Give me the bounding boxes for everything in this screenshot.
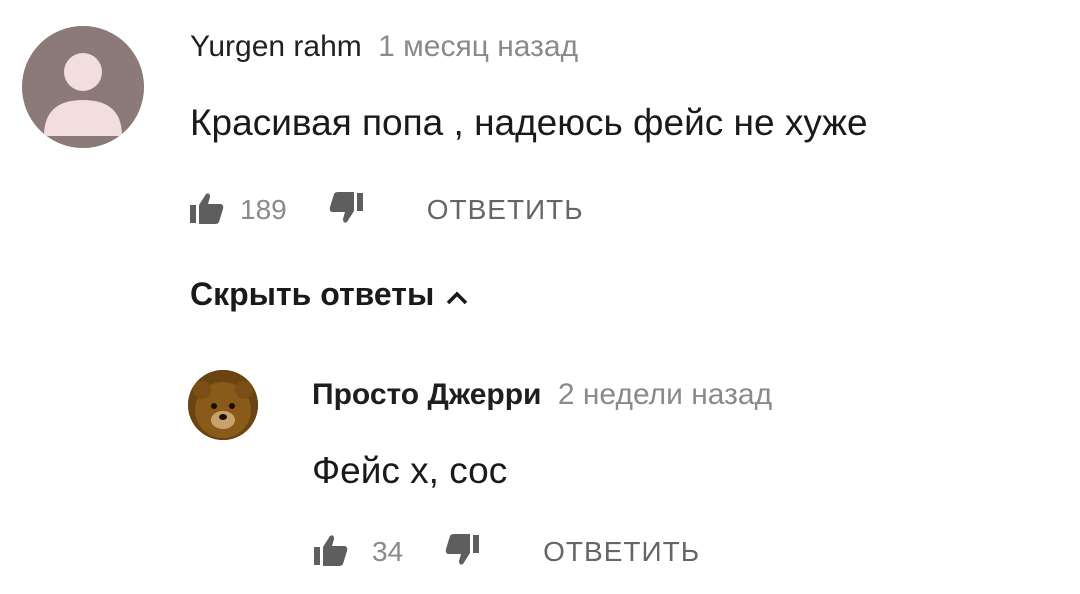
thumbs-up-icon[interactable]	[188, 191, 226, 230]
reply-button[interactable]: ОТВЕТИТЬ	[427, 194, 584, 226]
like-count: 189	[240, 194, 287, 225]
thumbs-down-icon[interactable]	[443, 533, 481, 572]
reply-button[interactable]: ОТВЕТИТЬ	[543, 536, 700, 568]
reply-text: Фейс х, сос	[312, 450, 508, 491]
user-avatar[interactable]	[22, 26, 144, 148]
comment-author[interactable]: Yurgen rahm	[190, 30, 362, 63]
reply-avatar[interactable]	[188, 370, 258, 440]
hide-replies-toggle[interactable]: Скрыть ответы	[190, 278, 468, 310]
bear-avatar-icon	[188, 370, 258, 440]
chevron-up-icon	[446, 278, 468, 310]
like-count: 34	[372, 536, 404, 567]
comment-actions: 189 ОТВЕТИТЬ	[188, 190, 584, 230]
default-user-avatar-icon	[22, 26, 144, 148]
comment-text: Красивая попа , надеюсь фейс не хуже	[190, 102, 868, 143]
reply-author[interactable]: Просто Джерри	[312, 378, 541, 411]
reply-actions: 34 ОТВЕТИТЬ	[312, 532, 700, 572]
reply-header: Просто Джерри 2 недели назад	[312, 380, 772, 410]
comment-time[interactable]: 1 месяц назад	[378, 30, 578, 63]
hide-replies-label: Скрыть ответы	[190, 276, 435, 312]
reply-time[interactable]: 2 недели назад	[558, 378, 772, 411]
comment-header: Yurgen rahm 1 месяц назад	[190, 32, 578, 62]
thumbs-up-icon[interactable]	[312, 533, 350, 572]
thumbs-down-icon[interactable]	[327, 191, 365, 230]
